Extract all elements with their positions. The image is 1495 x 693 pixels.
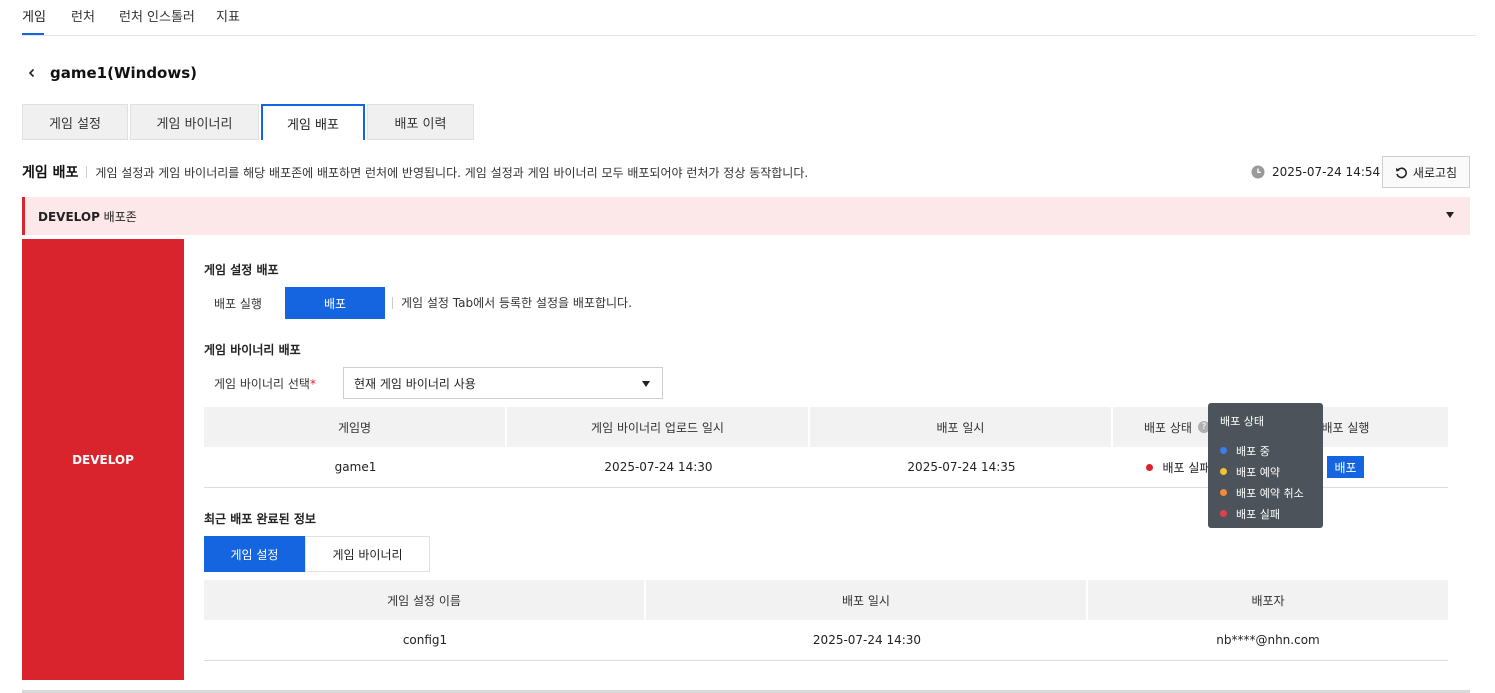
status-dot xyxy=(1220,447,1227,454)
status-dot xyxy=(1220,510,1227,517)
refresh-icon xyxy=(1395,166,1407,178)
config-deploy-button[interactable]: 배포 xyxy=(285,287,385,319)
table-header: 게임 설정 이름 배포 일시 배포자 xyxy=(204,580,1448,620)
column-header: 배포 일시 xyxy=(810,407,1113,447)
config-deploy-note: 게임 설정 Tab에서 등록한 설정을 배포합니다. xyxy=(392,294,632,311)
divider xyxy=(392,296,393,309)
chevron-down-icon xyxy=(642,381,650,387)
section-description: 게임 설정과 게임 바이너리를 해당 배포존에 배포하면 런처에 반영됩니다. … xyxy=(95,165,809,180)
cell-deployer: nb****@nhn.com xyxy=(1216,633,1320,647)
config-deploy-button-label: 배포 xyxy=(323,296,347,311)
row-deploy-button[interactable]: 배포 xyxy=(1327,456,1364,478)
required-mark: * xyxy=(309,377,316,391)
tooltip-item-label: 배포 예약 취소 xyxy=(1236,486,1304,500)
cell-config-name: config1 xyxy=(402,633,448,647)
config-deploy-note-text: 게임 설정 Tab에서 등록한 설정을 배포합니다. xyxy=(401,296,632,310)
tooltip-item-label: 배포 중 xyxy=(1236,444,1270,458)
tooltip-title: 배포 상태 xyxy=(1220,415,1264,428)
tooltip-item-label: 배포 실패 xyxy=(1236,507,1280,521)
tab-game-settings[interactable]: 게임 설정 xyxy=(22,104,128,140)
column-header: 게임 설정 이름 xyxy=(204,580,646,620)
tooltip-item: 배포 예약 xyxy=(1220,461,1311,482)
zone-name-suffix: 배포존 xyxy=(99,209,137,224)
page-header: game1(Windows) xyxy=(22,60,197,86)
tab-recent-binary[interactable]: 게임 바이너리 xyxy=(305,536,430,572)
clock-icon xyxy=(1251,165,1265,179)
column-header: 배포자 xyxy=(1251,593,1285,608)
nav-tab-launcher[interactable]: 런처 xyxy=(71,6,95,25)
table-row: config1 2025-07-24 14:30 nb****@nhn.com xyxy=(204,620,1448,661)
tab-recent-settings[interactable]: 게임 설정 xyxy=(204,536,305,572)
sub-tabs: 게임 설정 게임 바이너리 게임 배포 배포 이력 xyxy=(22,104,476,140)
refresh-label: 새로고침 xyxy=(1412,165,1458,180)
timestamp: 2025-07-24 14:54 xyxy=(1272,165,1381,179)
column-header: 게임 바이너리 업로드 일시 xyxy=(507,407,810,447)
section-header: 게임 배포 게임 설정과 게임 바이너리를 해당 배포존에 배포하면 런처에 반… xyxy=(22,160,808,184)
status-tooltip: 배포 상태 배포 중 배포 예약 배포 예약 취소 배포 실패 xyxy=(1208,403,1323,528)
binary-select-label: 게임 바이너리 선택* xyxy=(214,375,316,392)
recent-info-table: 게임 설정 이름 배포 일시 배포자 config1 2025-07-24 14… xyxy=(204,580,1448,661)
nav-tab-game[interactable]: 게임 xyxy=(22,6,46,25)
binary-deploy-heading: 게임 바이너리 배포 xyxy=(204,343,301,357)
tab-deploy-history[interactable]: 배포 이력 xyxy=(367,104,474,140)
cell-deployed-at: 2025-07-24 14:35 xyxy=(907,460,1016,474)
binary-select-value: 현재 게임 바이너리 사용 xyxy=(354,376,476,391)
status-dot xyxy=(1145,463,1153,471)
refresh-button[interactable]: 새로고침 xyxy=(1382,156,1470,188)
config-deploy-heading: 게임 설정 배포 xyxy=(204,263,279,277)
top-nav: 게임 런처 런처 인스톨러 지표 xyxy=(22,0,1476,36)
zone-name-strong: DEVELOP xyxy=(38,209,100,224)
zone-name: DEVELOP 배포존 xyxy=(38,208,137,225)
divider xyxy=(86,166,88,178)
zone-header[interactable]: DEVELOP 배포존 xyxy=(22,197,1470,235)
active-tab-indicator xyxy=(22,33,44,35)
tooltip-item: 배포 예약 취소 xyxy=(1220,482,1311,503)
tooltip-item: 배포 중 xyxy=(1220,440,1311,461)
chevron-left-icon[interactable] xyxy=(22,63,42,83)
recent-info-tabs: 게임 설정 게임 바이너리 xyxy=(204,536,430,572)
column-header: 게임명 xyxy=(204,407,507,447)
tab-game-deploy[interactable]: 게임 배포 xyxy=(261,104,365,140)
deploy-run-label: 배포 실행 xyxy=(214,297,262,311)
cell-deployed-at: 2025-07-24 14:30 xyxy=(812,633,922,647)
binary-select[interactable]: 현재 게임 바이너리 사용 xyxy=(343,367,663,399)
tab-game-binary[interactable]: 게임 바이너리 xyxy=(130,104,259,140)
tooltip-item-label: 배포 예약 xyxy=(1236,465,1280,479)
last-updated: 2025-07-24 14:54 xyxy=(1251,162,1380,182)
column-header: 배포 일시 xyxy=(646,580,1088,620)
status-dot xyxy=(1220,468,1227,475)
zone-side-label: DEVELOP xyxy=(22,239,184,680)
tooltip-item: 배포 실패 xyxy=(1220,503,1311,524)
status-dot xyxy=(1220,489,1227,496)
section-title: 게임 배포 xyxy=(22,165,79,181)
recent-info-heading: 최근 배포 완료된 정보 xyxy=(204,512,316,526)
zone-side-text: DEVELOP xyxy=(72,452,134,467)
column-header: 배포 상태 xyxy=(1144,420,1192,435)
page-title: game1(Windows) xyxy=(50,64,198,82)
nav-tab-launcher-installer[interactable]: 런처 인스톨러 xyxy=(119,6,195,25)
status-text: 배포 실패 xyxy=(1162,460,1211,475)
cell-game-name: game1 xyxy=(334,460,377,474)
binary-select-label-text: 게임 바이너리 선택 xyxy=(214,377,310,391)
cell-uploaded-at: 2025-07-24 14:30 xyxy=(604,460,713,474)
chevron-down-icon[interactable] xyxy=(1446,212,1454,218)
nav-tab-metrics[interactable]: 지표 xyxy=(216,6,240,25)
